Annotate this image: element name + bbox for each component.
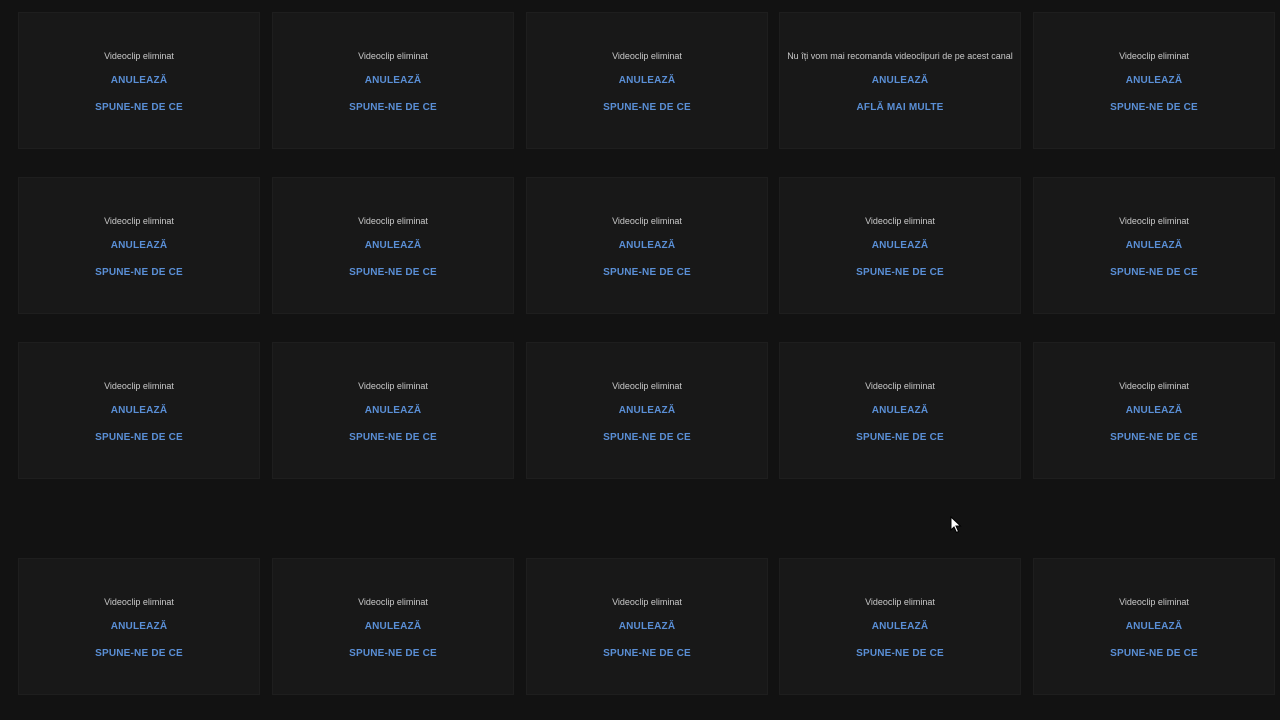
removed-video-tile: Videoclip eliminat ANULEAZĂ SPUNE-NE DE CE: [779, 342, 1021, 479]
removed-video-tile: Videoclip eliminat ANULEAZĂ SPUNE-NE DE CE: [272, 12, 514, 149]
removed-message: Videoclip eliminat: [104, 51, 174, 61]
undo-button[interactable]: ANULEAZĂ: [619, 620, 676, 634]
tell-us-why-button[interactable]: SPUNE-NE DE CE: [1110, 431, 1198, 445]
tell-us-why-button[interactable]: SPUNE-NE DE CE: [349, 647, 437, 661]
tell-us-why-button[interactable]: SPUNE-NE DE CE: [603, 101, 691, 115]
removed-message: Videoclip eliminat: [104, 597, 174, 607]
tell-us-why-button[interactable]: SPUNE-NE DE CE: [349, 431, 437, 445]
removed-message: Videoclip eliminat: [358, 597, 428, 607]
removed-message: Videoclip eliminat: [358, 381, 428, 391]
removed-video-tile: Videoclip eliminat ANULEAZĂ SPUNE-NE DE CE: [1033, 177, 1275, 314]
tell-us-why-button[interactable]: SPUNE-NE DE CE: [603, 266, 691, 280]
removed-message: Videoclip eliminat: [358, 51, 428, 61]
tell-us-why-button[interactable]: SPUNE-NE DE CE: [856, 431, 944, 445]
undo-button[interactable]: ANULEAZĂ: [1126, 620, 1183, 634]
undo-button[interactable]: ANULEAZĂ: [365, 404, 422, 418]
removed-video-tile: Videoclip eliminat ANULEAZĂ SPUNE-NE DE CE: [526, 558, 768, 695]
undo-button[interactable]: ANULEAZĂ: [872, 74, 929, 88]
removed-message: Videoclip eliminat: [612, 216, 682, 226]
undo-button[interactable]: ANULEAZĂ: [111, 239, 168, 253]
tell-us-why-button[interactable]: SPUNE-NE DE CE: [95, 431, 183, 445]
removed-message: Videoclip eliminat: [1119, 381, 1189, 391]
tell-us-why-button[interactable]: SPUNE-NE DE CE: [1110, 647, 1198, 661]
mouse-pointer-icon: [950, 515, 962, 534]
removed-video-tile: Videoclip eliminat ANULEAZĂ SPUNE-NE DE CE: [18, 12, 260, 149]
tell-us-why-button[interactable]: SPUNE-NE DE CE: [349, 101, 437, 115]
tell-us-why-button[interactable]: SPUNE-NE DE CE: [349, 266, 437, 280]
tell-us-why-button[interactable]: SPUNE-NE DE CE: [856, 647, 944, 661]
tell-us-why-button[interactable]: SPUNE-NE DE CE: [603, 647, 691, 661]
undo-button[interactable]: ANULEAZĂ: [1126, 404, 1183, 418]
undo-button[interactable]: ANULEAZĂ: [365, 620, 422, 634]
undo-button[interactable]: ANULEAZĂ: [872, 239, 929, 253]
removed-video-tile: Videoclip eliminat ANULEAZĂ SPUNE-NE DE CE: [1033, 12, 1275, 149]
undo-button[interactable]: ANULEAZĂ: [872, 620, 929, 634]
removed-video-tile: Videoclip eliminat ANULEAZĂ SPUNE-NE DE CE: [526, 177, 768, 314]
removed-message: Videoclip eliminat: [865, 216, 935, 226]
removed-video-tile: Videoclip eliminat ANULEAZĂ SPUNE-NE DE CE: [1033, 558, 1275, 695]
undo-button[interactable]: ANULEAZĂ: [365, 239, 422, 253]
tell-us-why-button[interactable]: SPUNE-NE DE CE: [1110, 266, 1198, 280]
removed-message: Videoclip eliminat: [358, 216, 428, 226]
removed-video-tile: Nu îți vom mai recomanda videoclipuri de…: [779, 12, 1021, 149]
tell-us-why-button[interactable]: SPUNE-NE DE CE: [1110, 101, 1198, 115]
removed-video-tile: Videoclip eliminat ANULEAZĂ SPUNE-NE DE CE: [272, 558, 514, 695]
undo-button[interactable]: ANULEAZĂ: [1126, 74, 1183, 88]
removed-message: Videoclip eliminat: [612, 51, 682, 61]
removed-video-tile: Videoclip eliminat ANULEAZĂ SPUNE-NE DE CE: [526, 342, 768, 479]
tell-us-why-button[interactable]: SPUNE-NE DE CE: [95, 101, 183, 115]
removed-message: Videoclip eliminat: [1119, 216, 1189, 226]
removed-message: Videoclip eliminat: [104, 216, 174, 226]
tell-us-why-button[interactable]: SPUNE-NE DE CE: [603, 431, 691, 445]
learn-more-button[interactable]: AFLĂ MAI MULTE: [856, 101, 943, 115]
undo-button[interactable]: ANULEAZĂ: [872, 404, 929, 418]
removed-message: Videoclip eliminat: [1119, 597, 1189, 607]
undo-button[interactable]: ANULEAZĂ: [111, 620, 168, 634]
undo-button[interactable]: ANULEAZĂ: [111, 404, 168, 418]
removed-video-tile: Videoclip eliminat ANULEAZĂ SPUNE-NE DE CE: [779, 177, 1021, 314]
removed-message: Nu îți vom mai recomanda videoclipuri de…: [787, 51, 1013, 61]
video-grid-page: Videoclip eliminat ANULEAZĂ SPUNE-NE DE CE…: [0, 0, 1280, 720]
removed-message: Videoclip eliminat: [865, 381, 935, 391]
removed-message: Videoclip eliminat: [612, 381, 682, 391]
undo-button[interactable]: ANULEAZĂ: [619, 239, 676, 253]
undo-button[interactable]: ANULEAZĂ: [365, 74, 422, 88]
removed-video-tile: Videoclip eliminat ANULEAZĂ SPUNE-NE DE CE: [18, 177, 260, 314]
removed-video-tile: Videoclip eliminat ANULEAZĂ SPUNE-NE DE CE: [272, 342, 514, 479]
removed-video-tile: Videoclip eliminat ANULEAZĂ SPUNE-NE DE CE: [18, 558, 260, 695]
removed-message: Videoclip eliminat: [104, 381, 174, 391]
tell-us-why-button[interactable]: SPUNE-NE DE CE: [856, 266, 944, 280]
removed-message: Videoclip eliminat: [612, 597, 682, 607]
removed-message: Videoclip eliminat: [865, 597, 935, 607]
removed-video-tile: Videoclip eliminat ANULEAZĂ SPUNE-NE DE CE: [779, 558, 1021, 695]
removed-message: Videoclip eliminat: [1119, 51, 1189, 61]
removed-video-tile: Videoclip eliminat ANULEAZĂ SPUNE-NE DE CE: [526, 12, 768, 149]
undo-button[interactable]: ANULEAZĂ: [619, 74, 676, 88]
undo-button[interactable]: ANULEAZĂ: [619, 404, 676, 418]
removed-video-tile: Videoclip eliminat ANULEAZĂ SPUNE-NE DE CE: [272, 177, 514, 314]
tell-us-why-button[interactable]: SPUNE-NE DE CE: [95, 266, 183, 280]
tell-us-why-button[interactable]: SPUNE-NE DE CE: [95, 647, 183, 661]
removed-video-tile: Videoclip eliminat ANULEAZĂ SPUNE-NE DE CE: [1033, 342, 1275, 479]
removed-video-tile: Videoclip eliminat ANULEAZĂ SPUNE-NE DE CE: [18, 342, 260, 479]
undo-button[interactable]: ANULEAZĂ: [111, 74, 168, 88]
undo-button[interactable]: ANULEAZĂ: [1126, 239, 1183, 253]
